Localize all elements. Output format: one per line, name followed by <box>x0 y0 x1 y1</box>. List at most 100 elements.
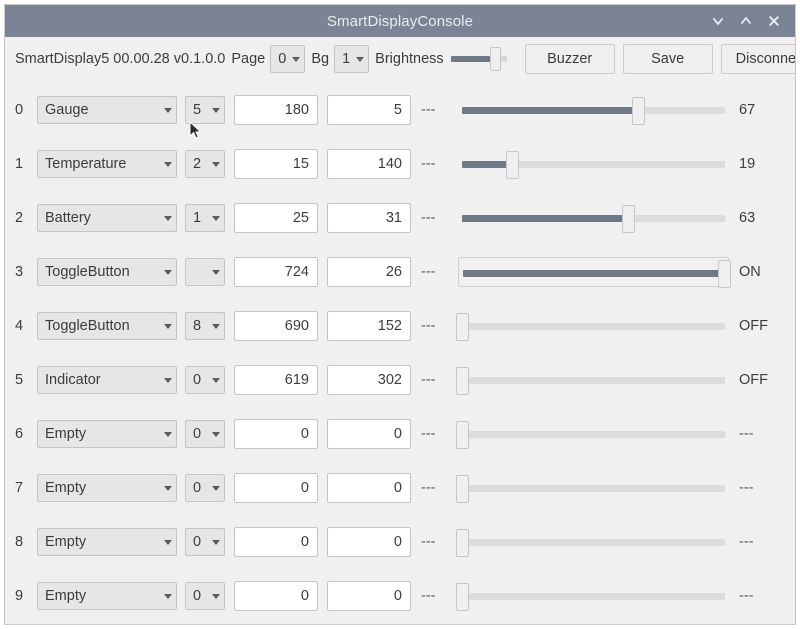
slider-handle[interactable] <box>456 313 469 341</box>
row-field-2[interactable] <box>327 311 411 341</box>
row-slider[interactable] <box>458 473 730 503</box>
row-slider[interactable] <box>458 257 730 287</box>
chevron-down-icon <box>164 486 172 491</box>
row-field-1[interactable] <box>234 365 318 395</box>
buzzer-button[interactable]: Buzzer <box>525 44 615 74</box>
row-field-1[interactable] <box>234 527 318 557</box>
slider-handle[interactable] <box>456 529 469 557</box>
row-type-select[interactable]: ToggleButton <box>37 312 177 340</box>
row-field-1[interactable] <box>234 311 318 341</box>
row-field-1[interactable] <box>234 203 318 233</box>
row-type-select[interactable]: Indicator <box>37 366 177 394</box>
chevron-down-icon <box>212 486 220 491</box>
row-type-select[interactable]: ToggleButton <box>37 258 177 286</box>
bg-label: Bg <box>311 51 329 67</box>
slider-handle[interactable] <box>506 151 519 179</box>
row-field-2[interactable] <box>327 95 411 125</box>
chevron-down-icon <box>212 108 220 113</box>
chevron-down-icon <box>292 57 300 62</box>
slider-handle[interactable] <box>718 260 731 288</box>
row-slider[interactable] <box>458 95 730 125</box>
brightness-slider[interactable] <box>451 45 507 73</box>
row-num-select[interactable]: 2 <box>185 150 225 178</box>
row-num-select[interactable]: 0 <box>185 528 225 556</box>
row-field-1[interactable] <box>234 95 318 125</box>
row-num-select[interactable]: 0 <box>185 366 225 394</box>
row-index: 1 <box>15 156 31 172</box>
row-index: 7 <box>15 480 31 496</box>
row-type-value: Empty <box>45 588 158 604</box>
slider-handle[interactable] <box>622 205 635 233</box>
row-field-2[interactable] <box>327 473 411 503</box>
row-slider[interactable] <box>458 581 730 611</box>
row-type-select[interactable]: Empty <box>37 528 177 556</box>
row-type-select[interactable]: Empty <box>37 582 177 610</box>
maximize-icon[interactable] <box>739 14 753 28</box>
row-field-1[interactable] <box>234 473 318 503</box>
row-num-value: 8 <box>193 318 206 334</box>
row-num-select[interactable]: 1 <box>185 204 225 232</box>
window-controls <box>711 14 795 28</box>
row-type-select[interactable]: Temperature <box>37 150 177 178</box>
row-separator: --- <box>421 264 436 280</box>
row-field-1[interactable] <box>234 581 318 611</box>
chevron-down-icon <box>212 270 220 275</box>
close-icon[interactable] <box>767 14 781 28</box>
row-field-2[interactable] <box>327 419 411 449</box>
row-type-select[interactable]: Empty <box>37 420 177 448</box>
bg-select[interactable]: 1 <box>334 45 369 73</box>
row-slider[interactable] <box>458 419 730 449</box>
row-type-value: Battery <box>45 210 158 226</box>
row-num-select[interactable] <box>185 258 225 286</box>
row-num-select[interactable]: 5 <box>185 96 225 124</box>
row-num-select[interactable]: 0 <box>185 582 225 610</box>
row-field-2[interactable] <box>327 149 411 179</box>
row-field-2[interactable] <box>327 257 411 287</box>
slider-handle[interactable] <box>456 475 469 503</box>
save-button[interactable]: Save <box>623 44 713 74</box>
row-slider[interactable] <box>458 527 730 557</box>
disconnect-button[interactable]: Disconnect <box>721 44 796 74</box>
row-num-select[interactable]: 0 <box>185 474 225 502</box>
row-index: 6 <box>15 426 31 442</box>
row-slider[interactable] <box>458 365 730 395</box>
slider-handle[interactable] <box>632 97 645 125</box>
row-field-1[interactable] <box>234 149 318 179</box>
slider-handle[interactable] <box>456 367 469 395</box>
slider-track <box>462 323 726 330</box>
chevron-down-icon <box>164 270 172 275</box>
minimize-icon[interactable] <box>711 14 725 28</box>
chevron-down-icon <box>164 432 172 437</box>
slider-handle[interactable] <box>456 583 469 611</box>
row-field-2[interactable] <box>327 203 411 233</box>
slider-handle[interactable] <box>456 421 469 449</box>
row-type-select[interactable]: Gauge <box>37 96 177 124</box>
row-field-2[interactable] <box>327 527 411 557</box>
row-value: OFF <box>739 372 785 388</box>
row-type-select[interactable]: Battery <box>37 204 177 232</box>
slider-fill <box>463 270 725 277</box>
row-num-select[interactable]: 0 <box>185 420 225 448</box>
row-type-value: Empty <box>45 534 158 550</box>
row-field-1[interactable] <box>234 419 318 449</box>
chevron-down-icon <box>164 594 172 599</box>
chevron-down-icon <box>212 594 220 599</box>
brightness-handle[interactable] <box>490 47 501 71</box>
page-select[interactable]: 0 <box>270 45 305 73</box>
row-num-value: 0 <box>193 426 206 442</box>
row-field-1[interactable] <box>234 257 318 287</box>
row-value: --- <box>739 480 785 496</box>
row-slider[interactable] <box>458 149 730 179</box>
row-slider[interactable] <box>458 311 730 341</box>
toolbar: SmartDisplay5 00.00.28 v0.1.0.0 Page 0 B… <box>5 37 795 81</box>
table-row: 8Empty0------ <box>15 515 785 569</box>
chevron-down-icon <box>212 216 220 221</box>
row-separator: --- <box>421 102 436 118</box>
row-value: 67 <box>739 102 785 118</box>
row-type-select[interactable]: Empty <box>37 474 177 502</box>
row-field-2[interactable] <box>327 581 411 611</box>
row-field-2[interactable] <box>327 365 411 395</box>
row-slider[interactable] <box>458 203 730 233</box>
row-num-select[interactable]: 8 <box>185 312 225 340</box>
row-value: OFF <box>739 318 785 334</box>
